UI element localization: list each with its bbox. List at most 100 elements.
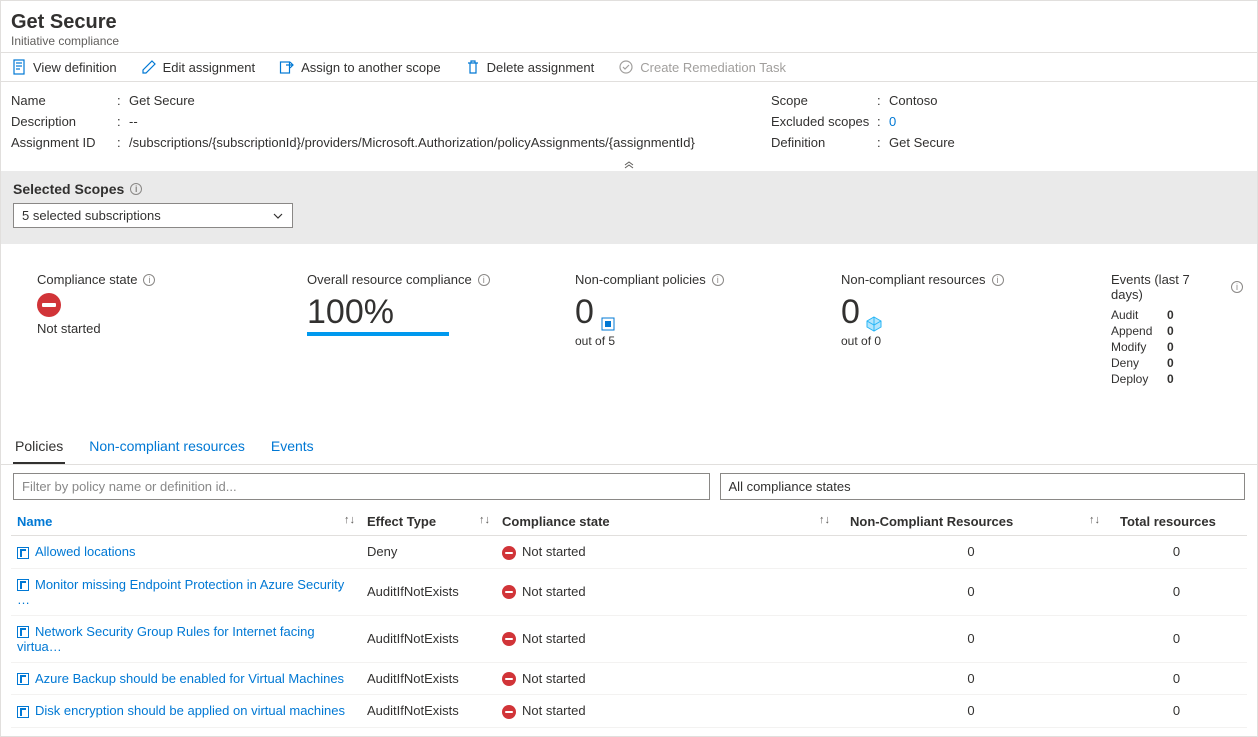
not-started-icon (502, 632, 516, 646)
effect-value: AuditIfNotExists (361, 615, 496, 662)
ncr-value: 0 (836, 568, 1106, 615)
nc-policies-value: 0 (575, 293, 594, 332)
th-state[interactable]: Compliance state↑↓ (496, 508, 836, 536)
event-modify-label: Modify (1111, 340, 1159, 354)
th-ncr[interactable]: Non-Compliant Resources↑↓ (836, 508, 1106, 536)
document-icon (11, 59, 27, 75)
tabs: Policies Non-compliant resources Events (1, 430, 1257, 465)
overall-compliance-value: 100% (307, 293, 449, 336)
event-audit-label: Audit (1111, 308, 1159, 322)
view-definition-button[interactable]: View definition (11, 59, 117, 75)
delete-assignment-label: Delete assignment (487, 60, 595, 75)
pencil-icon (141, 59, 157, 75)
filter-state-dropdown[interactable]: All compliance states (720, 473, 1245, 500)
tab-events[interactable]: Events (269, 430, 316, 464)
policy-link[interactable]: Azure Backup should be enabled for Virtu… (35, 671, 344, 686)
state-value: Not started (496, 695, 836, 728)
table-row: Allowed locationsDenyNot started00 (11, 536, 1247, 569)
nc-resources-title: Non-compliant resources (841, 272, 986, 287)
sort-icon: ↑↓ (479, 514, 490, 526)
info-icon[interactable]: i (1231, 281, 1243, 293)
policy-link[interactable]: Disk encryption should be applied on vir… (35, 703, 345, 718)
cube-icon (866, 316, 882, 332)
nc-resources-value: 0 (841, 293, 860, 332)
scope-label: Scope (771, 93, 871, 108)
remediation-button: Create Remediation Task (618, 59, 786, 75)
collapse-details-button[interactable] (1, 157, 1257, 171)
info-icon[interactable]: i (712, 274, 724, 286)
info-icon[interactable]: i (478, 274, 490, 286)
total-value: 0 (1106, 662, 1247, 695)
assignment-id-label: Assignment ID (11, 135, 111, 150)
table-row: Monitor missing Endpoint Protection in A… (11, 568, 1247, 615)
filter-policy-input[interactable]: Filter by policy name or definition id..… (13, 473, 710, 500)
nc-policies-title: Non-compliant policies (575, 272, 706, 287)
th-total[interactable]: Total resources (1106, 508, 1247, 536)
events-title: Events (last 7 days) (1111, 272, 1225, 302)
not-started-icon (37, 293, 61, 317)
info-icon[interactable]: i (992, 274, 1004, 286)
definition-label: Definition (771, 135, 871, 150)
share-icon (279, 59, 295, 75)
edit-assignment-button[interactable]: Edit assignment (141, 59, 256, 75)
ncr-value: 0 (836, 695, 1106, 728)
policy-link[interactable]: Network Security Group Rules for Interne… (17, 624, 315, 654)
view-definition-label: View definition (33, 60, 117, 75)
sort-icon: ↑↓ (1089, 514, 1100, 526)
chevron-down-icon (272, 210, 284, 222)
overall-compliance-title: Overall resource compliance (307, 272, 472, 287)
info-icon[interactable]: i (130, 183, 142, 195)
table-row: Network Security Group Rules for Interne… (11, 615, 1247, 662)
description-value: -- (129, 114, 138, 129)
table-row: Disk encryption should be applied on vir… (11, 695, 1247, 728)
event-append-value: 0 (1167, 324, 1174, 338)
definition-value: Get Secure (889, 135, 955, 150)
name-label: Name (11, 93, 111, 108)
compliance-state-title: Compliance state (37, 272, 137, 287)
details-section: Name:Get Secure Description:-- Assignmen… (1, 82, 1257, 157)
scopes-dropdown-value: 5 selected subscriptions (22, 208, 161, 223)
total-value: 0 (1106, 615, 1247, 662)
excluded-value[interactable]: 0 (889, 114, 896, 129)
effect-value: AuditIfNotExists (361, 695, 496, 728)
tab-policies[interactable]: Policies (13, 430, 65, 464)
policies-table: Name↑↓ Effect Type↑↓ Compliance state↑↓ … (11, 508, 1247, 728)
page-title: Get Secure (11, 11, 1247, 34)
th-name[interactable]: Name↑↓ (11, 508, 361, 536)
nc-policies-out: out of 5 (575, 334, 841, 348)
event-append-label: Append (1111, 324, 1159, 338)
event-modify-value: 0 (1167, 340, 1174, 354)
nc-resources-out: out of 0 (841, 334, 1111, 348)
assignment-id-value: /subscriptions/{subscriptionId}/provider… (129, 135, 695, 150)
trash-icon (465, 59, 481, 75)
excluded-label: Excluded scopes (771, 114, 871, 129)
info-icon[interactable]: i (143, 274, 155, 286)
policy-link[interactable]: Allowed locations (35, 544, 135, 559)
policy-icon (17, 706, 29, 718)
task-icon (618, 59, 634, 75)
not-started-icon (502, 546, 516, 560)
total-value: 0 (1106, 695, 1247, 728)
ncr-value: 0 (836, 662, 1106, 695)
effect-value: AuditIfNotExists (361, 568, 496, 615)
scopes-dropdown[interactable]: 5 selected subscriptions (13, 203, 293, 228)
assign-scope-button[interactable]: Assign to another scope (279, 59, 440, 75)
selected-scopes-section: Selected Scopes i 5 selected subscriptio… (1, 171, 1257, 244)
ncr-value: 0 (836, 536, 1106, 569)
policy-icon (17, 626, 29, 638)
not-started-icon (502, 672, 516, 686)
event-deny-label: Deny (1111, 356, 1159, 370)
total-value: 0 (1106, 536, 1247, 569)
policy-icon (600, 316, 616, 332)
remediation-label: Create Remediation Task (640, 60, 786, 75)
tab-non-compliant-resources[interactable]: Non-compliant resources (87, 430, 247, 464)
policy-link[interactable]: Monitor missing Endpoint Protection in A… (17, 577, 344, 607)
description-label: Description (11, 114, 111, 129)
sort-icon: ↑↓ (819, 514, 830, 526)
state-value: Not started (496, 568, 836, 615)
edit-assignment-label: Edit assignment (163, 60, 256, 75)
state-value: Not started (496, 662, 836, 695)
event-deploy-value: 0 (1167, 372, 1174, 386)
th-effect[interactable]: Effect Type↑↓ (361, 508, 496, 536)
delete-assignment-button[interactable]: Delete assignment (465, 59, 595, 75)
